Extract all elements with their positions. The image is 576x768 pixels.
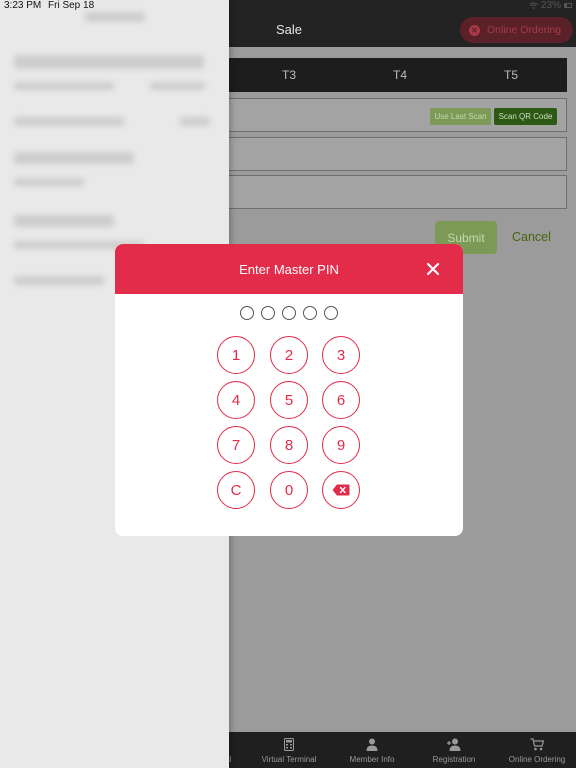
nav-label: Virtual Terminal [261, 755, 317, 764]
close-icon[interactable] [424, 260, 442, 278]
status-bar: 3:23 PM Fri Sep 18 23% [0, 0, 576, 12]
master-pin-modal: Enter Master PIN 1 2 3 4 5 6 7 8 9 C 0 [115, 244, 463, 536]
nav-label: Registration [432, 755, 476, 764]
pin-dot [282, 306, 296, 320]
online-ordering-label: Online Ordering [487, 24, 562, 36]
key-1[interactable]: 1 [217, 336, 255, 374]
tab-t5[interactable]: T5 [504, 68, 518, 82]
person-icon [332, 738, 412, 752]
key-3[interactable]: 3 [322, 336, 360, 374]
tab-t4[interactable]: T4 [393, 68, 407, 82]
key-4[interactable]: 4 [217, 381, 255, 419]
calculator-icon [249, 738, 329, 752]
key-6[interactable]: 6 [322, 381, 360, 419]
delete-key[interactable] [322, 471, 360, 509]
wifi-icon [529, 2, 538, 9]
nav-item-registration[interactable]: Registration [414, 738, 494, 764]
page-title: Sale [275, 22, 303, 37]
backspace-icon [332, 484, 350, 496]
key-9[interactable]: 9 [322, 426, 360, 464]
battery-percent: 23% [540, 0, 561, 11]
status-right: 23% [529, 0, 572, 11]
close-circle-icon: ✕ [469, 24, 480, 36]
cancel-button[interactable]: Cancel [512, 230, 551, 244]
key-clear[interactable]: C [217, 471, 255, 509]
key-7[interactable]: 7 [217, 426, 255, 464]
scan-qr-code-button[interactable]: Scan QR Code [494, 108, 557, 125]
key-2[interactable]: 2 [270, 336, 308, 374]
nav-item-member-info[interactable]: Member Info [332, 738, 412, 764]
pin-indicator [240, 306, 338, 320]
pin-dot [261, 306, 275, 320]
key-0[interactable]: 0 [270, 471, 308, 509]
online-ordering-button[interactable]: ✕ Online Ordering [460, 17, 573, 43]
key-5[interactable]: 5 [270, 381, 308, 419]
cart-icon [497, 738, 576, 752]
battery-icon [564, 3, 572, 8]
pin-dot [324, 306, 338, 320]
status-date: Fri Sep 18 [48, 0, 95, 11]
tab-t3[interactable]: T3 [282, 68, 296, 82]
nav-label: Member Info [349, 755, 395, 764]
modal-header: Enter Master PIN [115, 244, 463, 294]
key-8[interactable]: 8 [270, 426, 308, 464]
nav-item-virtual-terminal[interactable]: Virtual Terminal [249, 738, 329, 764]
pin-dot [240, 306, 254, 320]
status-time: 3:23 PM [4, 0, 42, 11]
add-person-icon [414, 738, 494, 752]
pin-dot [303, 306, 317, 320]
use-last-scan-button[interactable]: Use Last Scan [430, 108, 491, 125]
nav-label: Online Ordering [508, 755, 566, 764]
nav-item-online-ordering[interactable]: Online Ordering [497, 738, 576, 764]
modal-title: Enter Master PIN [239, 262, 339, 277]
